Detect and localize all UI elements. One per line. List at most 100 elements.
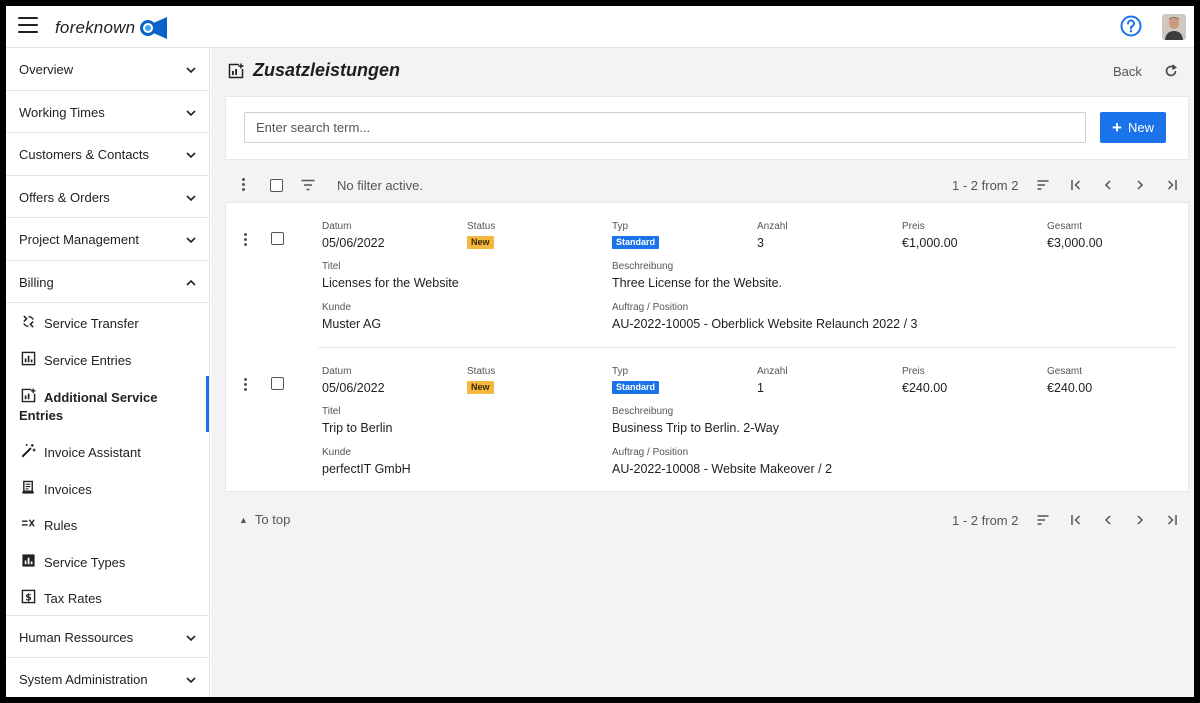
search-card: + New [225, 96, 1189, 160]
page-title: Zusatzleistungen [253, 60, 401, 80]
row-checkbox[interactable] [271, 377, 284, 390]
help-icon[interactable] [1120, 15, 1142, 37]
sidebar-section-label: Offers & Orders [19, 189, 110, 205]
logo-mark-icon [140, 17, 168, 39]
menu-icon[interactable] [18, 17, 38, 35]
field-value: 05/06/2022 [322, 236, 385, 250]
field-label: Status [467, 366, 496, 377]
chevron-down-icon [186, 109, 196, 116]
sidebar-section-system-administration[interactable]: System Administration [6, 658, 209, 697]
to-top-link[interactable]: ▲ To top [239, 512, 290, 527]
chevron-up-icon [186, 279, 196, 286]
field-value: Business Trip to Berlin. 2-Way [612, 421, 779, 435]
type-badge: Standard [612, 381, 660, 394]
sidebar-item-additional-service-entries[interactable]: Additional Service Entries [6, 376, 209, 432]
field-titel: Titel Licenses for the Website [322, 261, 459, 290]
sidebar-item-service-transfer[interactable]: Service Transfer [6, 303, 209, 340]
list-toolbar: No filter active. 1 - 2 from 2 [225, 168, 1189, 202]
field-value: €3,000.00 [1047, 236, 1103, 250]
filter-icon[interactable] [301, 179, 315, 191]
avatar[interactable] [1162, 14, 1186, 40]
sidebar-item-label: Service Entries [44, 352, 132, 368]
main-content: Zusatzleistungen Back + New No filter ac… [211, 48, 1194, 697]
sidebar-item-invoices[interactable]: Invoices [6, 469, 209, 506]
field-label: Auftrag / Position [612, 302, 689, 313]
field-value: €1,000.00 [902, 236, 958, 250]
more-options-icon[interactable] [242, 178, 246, 192]
field-label: Kunde [322, 447, 351, 458]
next-page-icon[interactable] [1134, 179, 1146, 191]
first-page-icon[interactable] [1070, 179, 1082, 191]
sidebar-item-service-entries[interactable]: Service Entries [6, 340, 209, 377]
arrow-up-icon: ▲ [239, 515, 248, 525]
field-preis: Preis €1,000.00 [902, 221, 958, 250]
sidebar-section-label: Working Times [19, 104, 105, 120]
sidebar-item-label: Rules [44, 518, 78, 533]
last-page-icon[interactable] [1166, 514, 1178, 526]
top-bar: foreknown [6, 6, 1194, 48]
more-options-icon[interactable] [244, 233, 248, 247]
field-datum: Datum 05/06/2022 [322, 221, 385, 250]
chevron-down-icon [186, 152, 196, 159]
field-label: Beschreibung [612, 261, 674, 272]
field-value: AU-2022-10008 - Website Makeover / 2 [612, 462, 833, 476]
transfer-icon [23, 315, 34, 328]
field-datum: Datum 05/06/2022 [322, 366, 385, 395]
chevron-down-icon [186, 194, 196, 201]
first-page-icon[interactable] [1070, 514, 1082, 526]
sort-icon[interactable] [1037, 179, 1049, 191]
field-label: Datum [322, 221, 352, 232]
back-button[interactable]: Back [1113, 64, 1142, 79]
field-label: Datum [322, 366, 352, 377]
sidebar-section-human-ressources[interactable]: Human Ressources [6, 616, 209, 658]
sidebar-item-invoice-assistant[interactable]: Invoice Assistant [6, 432, 209, 469]
list-item[interactable]: Datum 05/06/2022 Status New Typ Standard… [226, 203, 1190, 348]
sidebar-item-label: Tax Rates [44, 591, 102, 606]
field-anzahl: Anzahl 1 [757, 366, 788, 395]
field-gesamt: Gesamt €240.00 [1047, 366, 1092, 395]
sidebar-item-service-types[interactable]: Service Types [6, 542, 209, 579]
field-value: Muster AG [322, 317, 382, 331]
new-button[interactable]: + New [1100, 112, 1166, 143]
list-footer: ▲ To top 1 - 2 from 2 [225, 503, 1189, 537]
field-label: Titel [322, 261, 341, 272]
field-label: Gesamt [1047, 221, 1083, 232]
sidebar-item-rules[interactable]: Rules [6, 505, 209, 542]
app-window: foreknown Overview Working Times Custome… [6, 6, 1194, 697]
field-preis: Preis €240.00 [902, 366, 947, 395]
field-label: Beschreibung [612, 406, 674, 417]
to-top-label: To top [254, 512, 291, 527]
field-label: Kunde [322, 302, 351, 313]
last-page-icon[interactable] [1166, 179, 1178, 191]
field-label: Titel [322, 406, 341, 417]
field-status: Status New [467, 221, 495, 250]
list-item[interactable]: Datum 05/06/2022 Status New Typ Standard… [226, 348, 1190, 493]
sidebar-section-project-management[interactable]: Project Management [6, 218, 209, 261]
field-auftrag: Auftrag / Position AU-2022-10005 - Oberb… [612, 302, 918, 331]
select-all-checkbox[interactable] [270, 179, 283, 192]
previous-page-icon[interactable] [1102, 179, 1114, 191]
search-input[interactable] [244, 112, 1086, 143]
next-page-icon[interactable] [1134, 514, 1146, 526]
sidebar-section-label: Project Management [19, 232, 139, 247]
more-options-icon[interactable] [244, 378, 248, 392]
sidebar-section-working-times[interactable]: Working Times [6, 91, 209, 133]
previous-page-icon[interactable] [1102, 514, 1114, 526]
sidebar-section-offers-orders[interactable]: Offers & Orders [6, 176, 209, 218]
logo-text: foreknown [55, 18, 136, 37]
field-value: Licenses for the Website [322, 276, 459, 290]
row-checkbox[interactable] [271, 232, 284, 245]
logo[interactable]: foreknown [55, 15, 168, 41]
sidebar-section-billing[interactable]: Billing [6, 261, 209, 303]
field-label: Preis [902, 221, 925, 232]
sidebar: Overview Working Times Customers & Conta… [6, 48, 210, 697]
refresh-icon[interactable] [1164, 64, 1178, 78]
sidebar-section-overview[interactable]: Overview [6, 48, 209, 91]
field-label: Anzahl [757, 221, 788, 232]
sidebar-item-label: Additional Service Entries [19, 390, 158, 423]
sidebar-item-tax-rates[interactable]: $ Tax Rates [6, 578, 209, 615]
magic-wand-icon [21, 443, 36, 458]
sort-icon[interactable] [1037, 514, 1049, 526]
entries-list: Datum 05/06/2022 Status New Typ Standard… [225, 202, 1189, 492]
sidebar-section-customers-contacts[interactable]: Customers & Contacts [6, 133, 209, 176]
